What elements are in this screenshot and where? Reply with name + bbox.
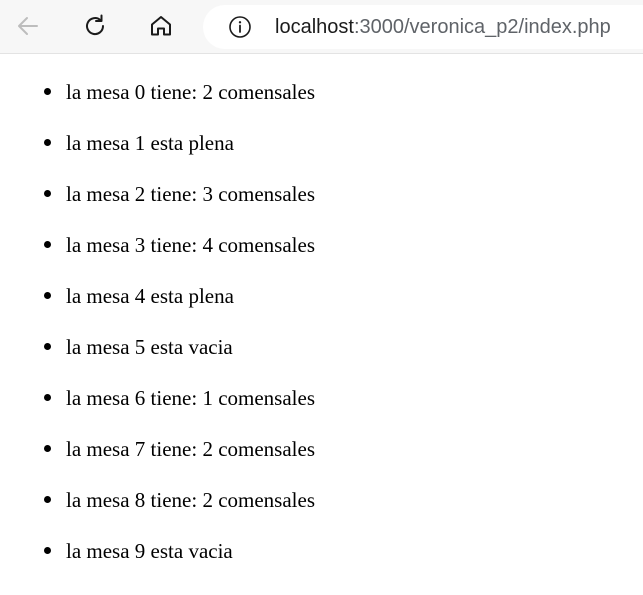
bullet (44, 445, 51, 452)
list-item: la mesa 9 esta vacia (0, 534, 315, 585)
bullet (44, 139, 51, 146)
list-item: la mesa 8 tiene: 2 comensales (0, 483, 315, 534)
home-button[interactable] (143, 8, 179, 44)
list-item: la mesa 5 esta vacia (0, 330, 315, 381)
list-item: la mesa 4 esta plena (0, 279, 315, 330)
reload-icon (82, 13, 108, 39)
mesa-list: la mesa 0 tiene: 2 comensales la mesa 1 … (0, 75, 315, 585)
list-item-text: la mesa 5 esta vacia (66, 335, 233, 359)
page-content: la mesa 0 tiene: 2 comensales la mesa 1 … (0, 54, 643, 595)
list-item-text: la mesa 2 tiene: 3 comensales (66, 182, 315, 206)
bullet (44, 88, 51, 95)
bullet (44, 190, 51, 197)
bullet (44, 292, 51, 299)
list-item-text: la mesa 4 esta plena (66, 284, 234, 308)
list-item: la mesa 1 esta plena (0, 126, 315, 177)
browser-toolbar: localhost:3000/veronica_p2/index.php (0, 0, 643, 54)
back-arrow-icon (15, 13, 41, 39)
bullet (44, 343, 51, 350)
list-item-text: la mesa 6 tiene: 1 comensales (66, 386, 315, 410)
list-item-text: la mesa 7 tiene: 2 comensales (66, 437, 315, 461)
list-item: la mesa 0 tiene: 2 comensales (0, 75, 315, 126)
bullet (44, 547, 51, 554)
list-item-text: la mesa 9 esta vacia (66, 539, 233, 563)
reload-button[interactable] (77, 8, 113, 44)
bullet (44, 394, 51, 401)
address-bar[interactable]: localhost:3000/veronica_p2/index.php (203, 5, 643, 49)
list-item-text: la mesa 1 esta plena (66, 131, 234, 155)
url-path: :3000/veronica_p2/index.php (353, 15, 611, 38)
list-item: la mesa 2 tiene: 3 comensales (0, 177, 315, 228)
bullet (44, 241, 51, 248)
list-item-text: la mesa 3 tiene: 4 comensales (66, 233, 315, 257)
list-item-text: la mesa 0 tiene: 2 comensales (66, 80, 315, 104)
list-item: la mesa 3 tiene: 4 comensales (0, 228, 315, 279)
url-host: localhost (275, 15, 354, 38)
list-item: la mesa 7 tiene: 2 comensales (0, 432, 315, 483)
site-info-icon[interactable] (227, 14, 253, 40)
list-item: la mesa 6 tiene: 1 comensales (0, 381, 315, 432)
home-icon (148, 13, 174, 39)
list-item-text: la mesa 8 tiene: 2 comensales (66, 488, 315, 512)
back-button[interactable] (10, 8, 46, 44)
url-text: localhost:3000/veronica_p2/index.php (275, 16, 611, 39)
bullet (44, 496, 51, 503)
